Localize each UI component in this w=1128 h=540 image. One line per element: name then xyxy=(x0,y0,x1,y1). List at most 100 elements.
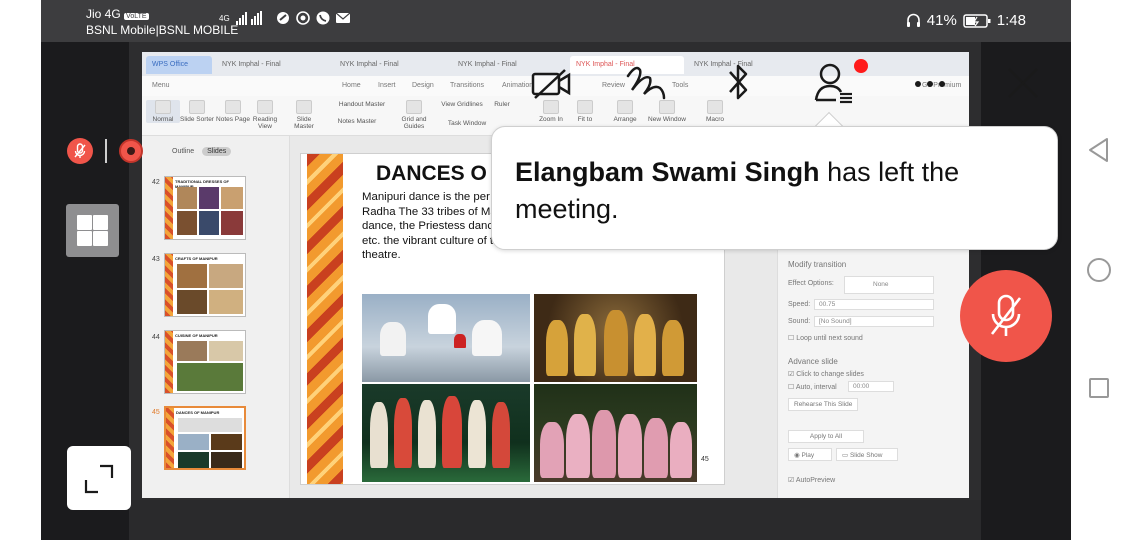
slide-thumbnail: CRAFTS OF MANIPUR xyxy=(164,253,246,317)
speed-label: Speed: xyxy=(788,301,811,308)
thumb-number: 42 xyxy=(152,179,160,186)
toast-message: Elangbam Swami Singh has left the meetin… xyxy=(515,154,1035,228)
dance-photo-2 xyxy=(534,294,697,382)
dance-photo-4 xyxy=(534,384,697,482)
thumb-title: DANCES OF MANIPUR xyxy=(176,410,220,415)
call-icon xyxy=(316,11,330,25)
slide-title: DANCES O xyxy=(376,162,487,185)
sound-select: [No Sound] xyxy=(814,316,934,327)
carrier-line2: BSNL Mobile|BSNL MOBILE xyxy=(86,23,239,37)
ribbon-notes-page: Notes Page xyxy=(216,100,250,123)
slide-thumbnail-current: DANCES OF MANIPUR xyxy=(164,406,246,470)
pane-tabs: Outline Slides xyxy=(172,147,232,156)
mute-toggle-button[interactable] xyxy=(960,270,1052,362)
ribbon-grid-guides: Grid and Guides xyxy=(397,100,431,130)
volte-badge: VoLTE xyxy=(124,13,149,20)
video-off-icon[interactable] xyxy=(531,68,571,100)
nav-back-icon[interactable] xyxy=(1087,137,1111,163)
whatsapp-icon xyxy=(295,11,310,25)
wps-window: WPS Office NYK Imphal - Final NYK Imphal… xyxy=(142,52,969,498)
ribbon-new-window: New Window xyxy=(644,100,690,123)
clock: 1:48 xyxy=(996,12,1026,29)
outline-tab: Outline xyxy=(172,148,195,155)
play-button: ◉ Play xyxy=(788,448,832,461)
participants-icon[interactable] xyxy=(814,62,854,104)
ribbon-macro: Macro xyxy=(698,100,732,123)
self-mic-indicator[interactable] xyxy=(67,138,93,164)
menu-item: Menu xyxy=(152,82,170,89)
recording-indicator[interactable] xyxy=(119,139,143,163)
dance-photo-3 xyxy=(362,384,530,482)
speed-input: 00.75 xyxy=(814,299,934,310)
slide-number: 45 xyxy=(701,456,709,463)
gallery-view-button[interactable] xyxy=(66,204,119,257)
participant-left-toast: Elangbam Swami Singh has left the meetin… xyxy=(491,126,1058,250)
ribbon-task-window: Task Window xyxy=(447,120,487,127)
ribbon-zoom-in: Zoom In xyxy=(534,100,568,123)
slides-tab: Slides xyxy=(202,147,232,156)
screen-share-bottom xyxy=(129,500,981,540)
status-icons: 4G xyxy=(219,11,350,25)
thumb-title: CUISINE OF MANIPUR xyxy=(175,333,218,338)
click-change-checkbox: ☑ Click to change slides xyxy=(788,371,864,378)
autopreview-checkbox: ☑ AutoPreview xyxy=(788,477,836,484)
menu-item: Review xyxy=(602,82,625,89)
menu-item: Design xyxy=(412,82,434,89)
android-left-area xyxy=(0,0,41,540)
thumb-number: 44 xyxy=(152,334,160,341)
battery-percent: 41% xyxy=(926,12,957,29)
ribbon-arrange: Arrange xyxy=(608,100,642,123)
nav-recents-icon[interactable] xyxy=(1089,378,1109,398)
nav-home-icon[interactable] xyxy=(1087,258,1111,282)
more-icon[interactable] xyxy=(914,80,946,88)
ribbon-notes-master: Notes Master xyxy=(337,118,377,125)
raised-hand-indicator xyxy=(854,59,868,73)
menu-item: Animation xyxy=(502,82,534,89)
network-type: 4G xyxy=(219,13,230,23)
expand-icon xyxy=(84,464,114,494)
ribbon-slide-master: Slide Master xyxy=(287,100,321,130)
status-bar: Jio 4G VoLTE BSNL Mobile|BSNL MOBILE 4G … xyxy=(41,0,1071,42)
doc-tab: NYK Imphal - Final xyxy=(222,61,281,68)
ribbon-normal: Normal xyxy=(146,100,180,123)
ribbon-reading-view: Reading View xyxy=(248,100,282,130)
ribbon-slide-sorter: Slide Sorter xyxy=(180,100,214,123)
auto-interval-checkbox: ☐ Auto, interval xyxy=(788,384,837,391)
mail-icon xyxy=(335,12,350,23)
apply-all-button: Apply to All xyxy=(788,430,864,443)
scribble-icon[interactable] xyxy=(624,62,668,102)
close-icon[interactable] xyxy=(1007,67,1039,99)
advance-slide-heading: Advance slide xyxy=(788,357,838,366)
fullscreen-button[interactable] xyxy=(67,446,131,510)
participant-name: Elangbam Swami Singh xyxy=(515,157,820,187)
thumb-number-current: 45 xyxy=(152,409,160,416)
divider xyxy=(105,139,107,163)
bluetooth-icon[interactable] xyxy=(726,62,750,102)
loop-checkbox-label: ☐ Loop until next sound xyxy=(788,335,863,342)
effect-options-select: None xyxy=(844,276,934,294)
app-notification-icon xyxy=(276,12,289,24)
modify-transition-heading: Modify transition xyxy=(788,260,847,269)
mic-off-icon xyxy=(74,143,86,158)
sound-label: Sound: xyxy=(788,318,811,325)
ribbon-view-gridlines: View Gridlines xyxy=(441,101,483,108)
carrier-line1: Jio 4G VoLTE xyxy=(86,7,149,21)
rehearse-button: Rehearse This Slide xyxy=(788,398,859,411)
dance-photo-1 xyxy=(362,294,530,382)
mic-off-icon xyxy=(990,294,1022,336)
ribbon-ruler: Ruler xyxy=(494,101,510,108)
effect-options-label: Effect Options: xyxy=(788,280,834,287)
thumb-title: CRAFTS OF MANIPUR xyxy=(175,256,218,261)
menu-item: Home xyxy=(342,82,361,89)
doc-tab: NYK Imphal - Final xyxy=(340,61,399,68)
auto-interval-input: 00:00 xyxy=(848,381,894,392)
slide-thumbnail: CUISINE OF MANIPUR xyxy=(164,330,246,394)
slideshow-button: ▭ Slide Show xyxy=(836,448,898,461)
battery-icon xyxy=(963,13,991,28)
menu-item: Insert xyxy=(378,82,396,89)
headset-icon xyxy=(906,13,920,27)
wps-brand-tab: WPS Office xyxy=(146,56,212,74)
signal-icon xyxy=(235,11,262,25)
menu-item: Transitions xyxy=(450,82,484,89)
ribbon-handout-master: Handout Master xyxy=(338,101,386,108)
